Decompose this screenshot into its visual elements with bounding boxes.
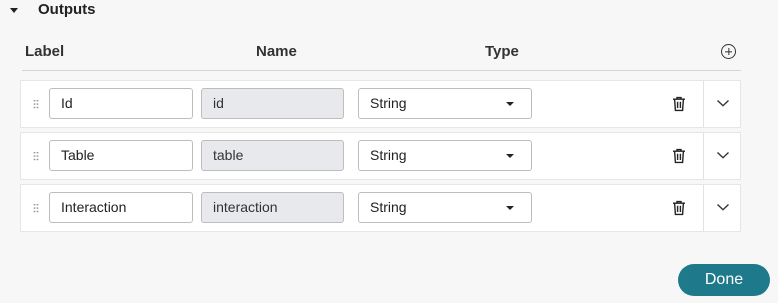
section-title: Outputs (38, 1, 96, 18)
dropdown-arrow-icon (506, 206, 514, 210)
caret-down-icon[interactable] (10, 7, 18, 13)
type-select[interactable]: String (358, 140, 532, 171)
label-input[interactable]: Interaction (49, 192, 193, 223)
chevron-down-icon[interactable] (716, 98, 730, 108)
column-header-name: Name (256, 43, 297, 60)
add-circle-icon[interactable] (721, 44, 736, 59)
row-divider (703, 185, 704, 231)
chevron-down-icon[interactable] (716, 202, 730, 212)
output-row: Id id String (20, 80, 741, 128)
type-select-value: String (370, 95, 407, 111)
trash-icon[interactable] (672, 148, 686, 164)
trash-icon[interactable] (672, 96, 686, 112)
dropdown-arrow-icon (506, 154, 514, 158)
type-select-value: String (370, 199, 407, 215)
column-header-label: Label (25, 43, 65, 60)
type-select[interactable]: String (358, 88, 532, 119)
type-select[interactable]: String (358, 192, 532, 223)
label-input[interactable]: Id (49, 88, 193, 119)
header-divider (22, 70, 741, 71)
type-select-value: String (370, 147, 407, 163)
label-input[interactable]: Table (49, 140, 193, 171)
name-field: id (201, 88, 344, 119)
row-divider (703, 133, 704, 179)
outputs-section-header[interactable]: Outputs (8, 0, 96, 22)
dropdown-arrow-icon (506, 102, 514, 106)
name-field: interaction (201, 192, 344, 223)
chevron-down-icon[interactable] (716, 150, 730, 160)
drag-handle-icon[interactable] (33, 151, 39, 161)
row-divider (703, 81, 704, 127)
name-field: table (201, 140, 344, 171)
drag-handle-icon[interactable] (33, 99, 39, 109)
drag-handle-icon[interactable] (33, 203, 39, 213)
column-header-type: Type (485, 43, 519, 60)
output-row: Interaction interaction String (20, 184, 741, 232)
output-row: Table table String (20, 132, 741, 180)
done-button[interactable]: Done (678, 264, 770, 296)
trash-icon[interactable] (672, 200, 686, 216)
